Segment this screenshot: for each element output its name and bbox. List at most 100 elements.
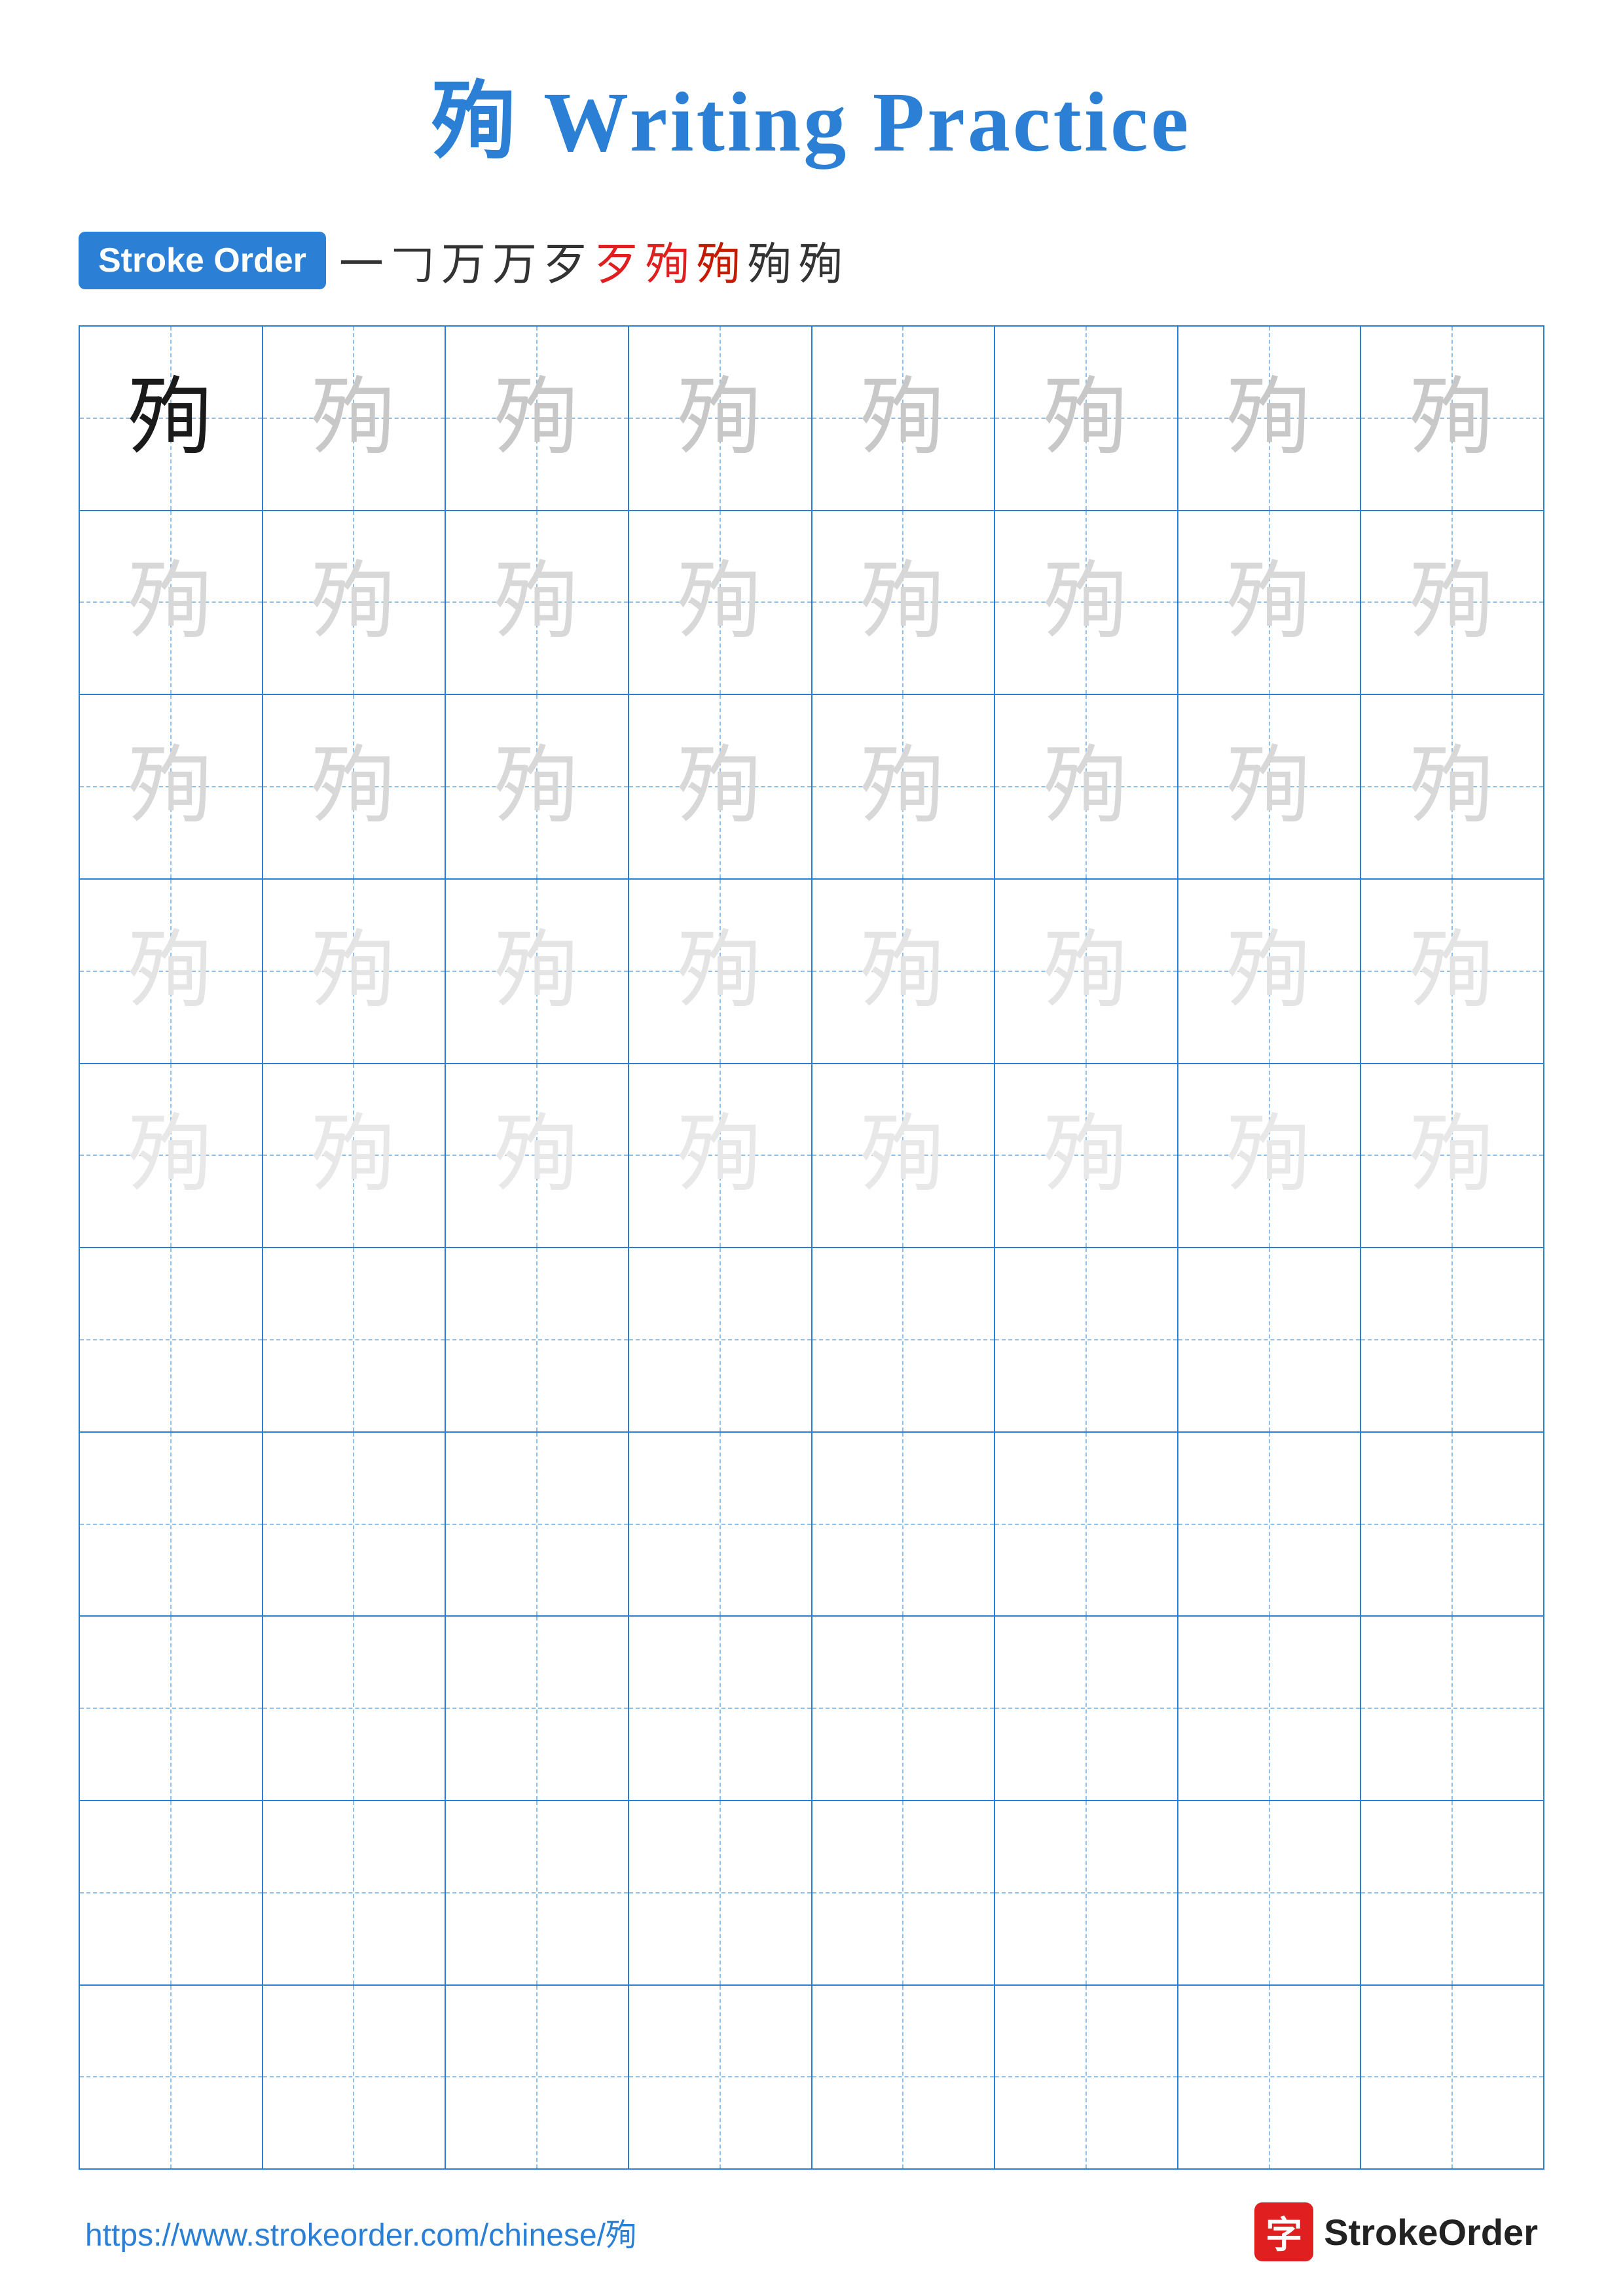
cell-2-4[interactable]: 殉 (629, 511, 812, 694)
cell-9-2[interactable] (263, 1801, 447, 1984)
cell-4-1[interactable]: 殉 (80, 880, 263, 1063)
char-guide: 殉 (128, 1113, 213, 1198)
cell-3-2[interactable]: 殉 (263, 695, 447, 878)
cell-10-1[interactable] (80, 1986, 263, 2169)
cell-6-8[interactable] (1361, 1248, 1543, 1431)
char-guide: 殉 (678, 929, 763, 1014)
grid-row-1: 殉 殉 殉 殉 殉 殉 殉 殉 (80, 327, 1543, 511)
cell-5-1[interactable]: 殉 (80, 1064, 263, 1247)
cell-6-6[interactable] (995, 1248, 1178, 1431)
char-guide: 殉 (1044, 376, 1129, 461)
cell-3-4[interactable]: 殉 (629, 695, 812, 878)
cell-2-5[interactable]: 殉 (812, 511, 996, 694)
cell-7-1[interactable] (80, 1433, 263, 1616)
stroke-order-badge: Stroke Order (79, 232, 326, 289)
cell-2-6[interactable]: 殉 (995, 511, 1178, 694)
cell-10-4[interactable] (629, 1986, 812, 2169)
grid-row-10 (80, 1986, 1543, 2169)
char-guide: 殉 (494, 1113, 579, 1198)
cell-7-4[interactable] (629, 1433, 812, 1616)
cell-10-8[interactable] (1361, 1986, 1543, 2169)
cell-6-2[interactable] (263, 1248, 447, 1431)
cell-4-3[interactable]: 殉 (446, 880, 629, 1063)
cell-3-1[interactable]: 殉 (80, 695, 263, 878)
cell-2-3[interactable]: 殉 (446, 511, 629, 694)
cell-8-6[interactable] (995, 1617, 1178, 1800)
cell-8-8[interactable] (1361, 1617, 1543, 1800)
cell-8-7[interactable] (1178, 1617, 1362, 1800)
char-guide: 殉 (1227, 376, 1312, 461)
cell-1-8[interactable]: 殉 (1361, 327, 1543, 510)
cell-1-5[interactable]: 殉 (812, 327, 996, 510)
char-guide: 殉 (860, 1113, 945, 1198)
cell-5-5[interactable]: 殉 (812, 1064, 996, 1247)
cell-2-8[interactable]: 殉 (1361, 511, 1543, 694)
cell-8-4[interactable] (629, 1617, 812, 1800)
cell-3-6[interactable]: 殉 (995, 695, 1178, 878)
stroke-seq-6: 歹 (594, 228, 639, 293)
cell-8-2[interactable] (263, 1617, 447, 1800)
cell-4-8[interactable]: 殉 (1361, 880, 1543, 1063)
cell-5-2[interactable]: 殉 (263, 1064, 447, 1247)
cell-9-4[interactable] (629, 1801, 812, 1984)
cell-5-3[interactable]: 殉 (446, 1064, 629, 1247)
cell-1-1[interactable]: 殉 (80, 327, 263, 510)
grid-row-7 (80, 1433, 1543, 1617)
cell-7-7[interactable] (1178, 1433, 1362, 1616)
cell-7-6[interactable] (995, 1433, 1178, 1616)
cell-3-7[interactable]: 殉 (1178, 695, 1362, 878)
cell-5-8[interactable]: 殉 (1361, 1064, 1543, 1247)
stroke-seq-10: 殉 (799, 228, 843, 293)
char-guide: 殉 (1044, 1113, 1129, 1198)
cell-9-1[interactable] (80, 1801, 263, 1984)
char-guide: 殉 (311, 929, 396, 1014)
grid-row-9 (80, 1801, 1543, 1986)
cell-6-3[interactable] (446, 1248, 629, 1431)
cell-2-2[interactable]: 殉 (263, 511, 447, 694)
cell-10-3[interactable] (446, 1986, 629, 2169)
cell-7-2[interactable] (263, 1433, 447, 1616)
cell-6-1[interactable] (80, 1248, 263, 1431)
char-guide: 殉 (1044, 560, 1129, 645)
cell-5-7[interactable]: 殉 (1178, 1064, 1362, 1247)
cell-8-5[interactable] (812, 1617, 996, 1800)
cell-10-7[interactable] (1178, 1986, 1362, 2169)
cell-4-7[interactable]: 殉 (1178, 880, 1362, 1063)
cell-9-7[interactable] (1178, 1801, 1362, 1984)
cell-10-6[interactable] (995, 1986, 1178, 2169)
cell-5-6[interactable]: 殉 (995, 1064, 1178, 1247)
cell-9-5[interactable] (812, 1801, 996, 1984)
cell-3-3[interactable]: 殉 (446, 695, 629, 878)
cell-4-6[interactable]: 殉 (995, 880, 1178, 1063)
cell-1-7[interactable]: 殉 (1178, 327, 1362, 510)
cell-10-2[interactable] (263, 1986, 447, 2169)
cell-9-6[interactable] (995, 1801, 1178, 1984)
cell-6-4[interactable] (629, 1248, 812, 1431)
cell-9-8[interactable] (1361, 1801, 1543, 1984)
stroke-seq-9: 殉 (748, 228, 792, 293)
cell-4-2[interactable]: 殉 (263, 880, 447, 1063)
cell-6-7[interactable] (1178, 1248, 1362, 1431)
cell-8-3[interactable] (446, 1617, 629, 1800)
cell-4-4[interactable]: 殉 (629, 880, 812, 1063)
cell-9-3[interactable] (446, 1801, 629, 1984)
cell-10-5[interactable] (812, 1986, 996, 2169)
cell-7-5[interactable] (812, 1433, 996, 1616)
cell-1-2[interactable]: 殉 (263, 327, 447, 510)
cell-1-3[interactable]: 殉 (446, 327, 629, 510)
cell-3-8[interactable]: 殉 (1361, 695, 1543, 878)
cell-2-7[interactable]: 殉 (1178, 511, 1362, 694)
cell-8-1[interactable] (80, 1617, 263, 1800)
grid-row-4: 殉 殉 殉 殉 殉 殉 殉 殉 (80, 880, 1543, 1064)
stroke-seq-2: 𠃌 (390, 228, 435, 293)
cell-7-8[interactable] (1361, 1433, 1543, 1616)
cell-6-5[interactable] (812, 1248, 996, 1431)
cell-4-5[interactable]: 殉 (812, 880, 996, 1063)
cell-7-3[interactable] (446, 1433, 629, 1616)
cell-2-1[interactable]: 殉 (80, 511, 263, 694)
grid-row-6 (80, 1248, 1543, 1433)
cell-1-6[interactable]: 殉 (995, 327, 1178, 510)
cell-5-4[interactable]: 殉 (629, 1064, 812, 1247)
cell-1-4[interactable]: 殉 (629, 327, 812, 510)
cell-3-5[interactable]: 殉 (812, 695, 996, 878)
